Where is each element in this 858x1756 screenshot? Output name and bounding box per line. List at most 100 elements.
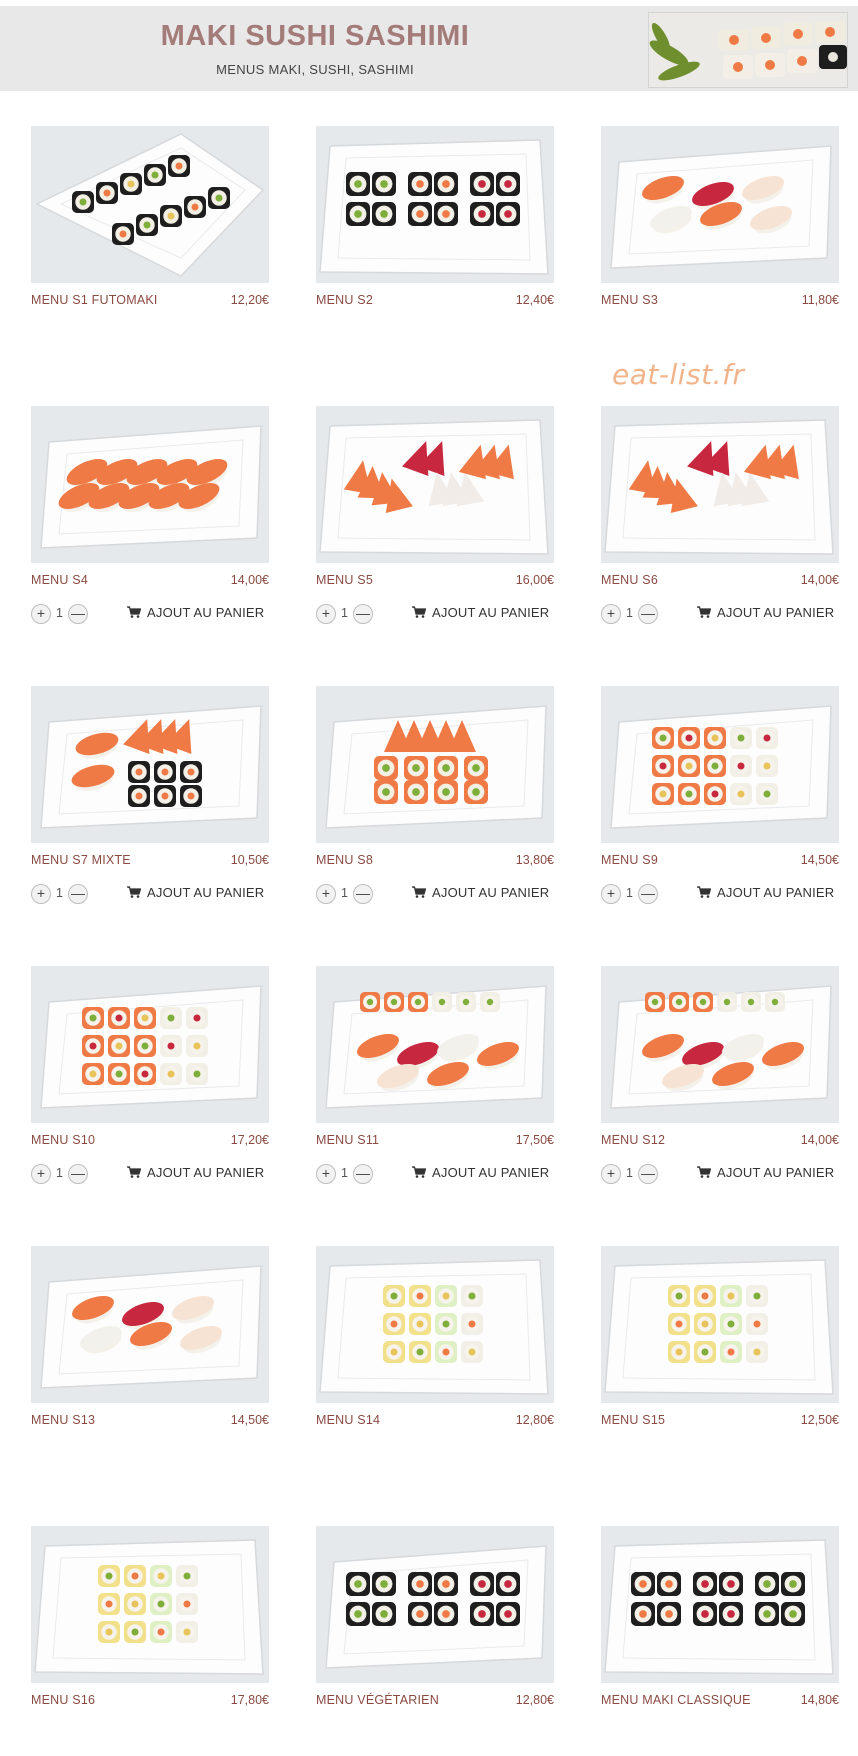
product-photo[interactable] <box>601 1246 839 1403</box>
quantity-minus-button[interactable]: — <box>68 604 88 624</box>
product-card[interactable]: MENU S2 12,40€ <box>316 126 554 356</box>
add-to-cart-controls: +1 — AJOUT AU PANIER <box>316 603 554 625</box>
product-card[interactable]: MENU S7 MIXTE 10,50€ +1 — AJOUT AU PANIER <box>31 686 269 916</box>
quantity-plus-button[interactable]: + <box>601 884 621 904</box>
product-card[interactable]: MENU S10 17,20€ +1 — AJOUT AU PANIER <box>31 966 269 1196</box>
add-to-cart-label: AJOUT AU PANIER <box>432 605 550 620</box>
add-to-cart-button[interactable]: AJOUT AU PANIER <box>127 885 264 900</box>
quantity-minus-button[interactable]: — <box>353 604 373 624</box>
cart-icon <box>697 886 711 898</box>
add-to-cart-button[interactable]: AJOUT AU PANIER <box>697 605 834 620</box>
quantity-plus-button[interactable]: + <box>31 604 51 624</box>
add-to-cart-label: AJOUT AU PANIER <box>432 1165 550 1180</box>
product-photo[interactable] <box>31 1246 269 1403</box>
add-to-cart-button[interactable]: AJOUT AU PANIER <box>127 1165 264 1180</box>
product-name[interactable]: MENU S4 <box>31 573 88 587</box>
quantity-minus-button[interactable]: — <box>68 1164 88 1184</box>
cart-icon <box>697 606 711 618</box>
product-card[interactable]: MENU S16 17,80€ <box>31 1526 269 1756</box>
product-photo[interactable] <box>601 406 839 563</box>
quantity-minus-button[interactable]: — <box>353 884 373 904</box>
quantity-value[interactable]: 1 <box>341 606 348 620</box>
quantity-plus-button[interactable]: + <box>601 1164 621 1184</box>
quantity-plus-button[interactable]: + <box>601 604 621 624</box>
product-photo[interactable] <box>601 1526 839 1683</box>
product-name[interactable]: MENU S9 <box>601 853 658 867</box>
product-price: 16,00€ <box>515 573 554 587</box>
product-card[interactable]: MENU S14 12,80€ <box>316 1246 554 1476</box>
add-to-cart-button[interactable]: AJOUT AU PANIER <box>412 605 549 620</box>
product-photo[interactable] <box>31 126 269 283</box>
product-card[interactable]: MENU S6 14,00€ +1 — AJOUT AU PANIER <box>601 406 839 636</box>
quantity-plus-button[interactable]: + <box>31 884 51 904</box>
product-card[interactable]: MENU S13 14,50€ <box>31 1246 269 1476</box>
product-photo[interactable] <box>31 686 269 843</box>
product-name[interactable]: MENU S6 <box>601 573 658 587</box>
quantity-value[interactable]: 1 <box>341 886 348 900</box>
product-price: 12,80€ <box>515 1693 554 1707</box>
product-price: 17,50€ <box>515 1133 554 1147</box>
quantity-minus-button[interactable]: — <box>638 604 658 624</box>
product-photo[interactable] <box>316 126 554 283</box>
product-card[interactable]: MENU S8 13,80€ +1 — AJOUT AU PANIER <box>316 686 554 916</box>
product-card[interactable]: MENU S3 11,80€ <box>601 126 839 356</box>
quantity-minus-button[interactable]: — <box>638 884 658 904</box>
quantity-minus-button[interactable]: — <box>353 1164 373 1184</box>
product-name[interactable]: MENU S13 <box>31 1413 95 1427</box>
product-photo[interactable] <box>316 1526 554 1683</box>
product-photo[interactable] <box>316 406 554 563</box>
product-name[interactable]: MENU S16 <box>31 1693 95 1707</box>
quantity-value[interactable]: 1 <box>626 606 633 620</box>
quantity-value[interactable]: 1 <box>56 886 63 900</box>
product-name[interactable]: MENU S8 <box>316 853 373 867</box>
product-photo[interactable] <box>601 686 839 843</box>
quantity-value[interactable]: 1 <box>341 1166 348 1180</box>
product-card[interactable]: MENU MAKI CLASSIQUE 14,80€ <box>601 1526 839 1756</box>
product-name[interactable]: MENU S10 <box>31 1133 95 1147</box>
add-to-cart-button[interactable]: AJOUT AU PANIER <box>697 885 834 900</box>
product-photo[interactable] <box>316 686 554 843</box>
product-name[interactable]: MENU S7 MIXTE <box>31 853 131 867</box>
add-to-cart-button[interactable]: AJOUT AU PANIER <box>127 605 264 620</box>
quantity-value[interactable]: 1 <box>56 606 63 620</box>
product-photo[interactable] <box>31 966 269 1123</box>
add-to-cart-button[interactable]: AJOUT AU PANIER <box>412 885 549 900</box>
product-photo[interactable] <box>601 966 839 1123</box>
product-card[interactable]: MENU S1 FUTOMAKI 12,20€ <box>31 126 269 356</box>
quantity-plus-button[interactable]: + <box>316 604 336 624</box>
product-card[interactable]: MENU S9 14,50€ +1 — AJOUT AU PANIER <box>601 686 839 916</box>
product-name[interactable]: MENU S14 <box>316 1413 380 1427</box>
product-card[interactable]: MENU S11 17,50€ +1 — AJOUT AU PANIER <box>316 966 554 1196</box>
product-name[interactable]: MENU MAKI CLASSIQUE <box>601 1693 751 1707</box>
product-name[interactable]: MENU S15 <box>601 1413 665 1427</box>
quantity-value[interactable]: 1 <box>626 1166 633 1180</box>
product-card[interactable]: MENU VÉGÉTARIEN 12,80€ <box>316 1526 554 1756</box>
product-photo[interactable] <box>316 966 554 1123</box>
product-photo[interactable] <box>316 1246 554 1403</box>
menu-grid: MENU S1 FUTOMAKI 12,20€ MENU S2 12,40€ MENU … <box>0 0 858 1707</box>
product-name[interactable]: MENU VÉGÉTARIEN <box>316 1693 439 1707</box>
product-name[interactable]: MENU S12 <box>601 1133 665 1147</box>
product-card[interactable]: MENU S12 14,00€ +1 — AJOUT AU PANIER <box>601 966 839 1196</box>
product-card[interactable]: MENU S4 14,00€ +1 — AJOUT AU PANIER <box>31 406 269 636</box>
product-card[interactable]: MENU S5 16,00€ +1 — AJOUT AU PANIER <box>316 406 554 636</box>
product-name[interactable]: MENU S11 <box>316 1133 379 1147</box>
add-to-cart-button[interactable]: AJOUT AU PANIER <box>697 1165 834 1180</box>
quantity-plus-button[interactable]: + <box>31 1164 51 1184</box>
product-photo[interactable] <box>31 1526 269 1683</box>
quantity-minus-button[interactable]: — <box>638 1164 658 1184</box>
product-name[interactable]: MENU S3 <box>601 293 658 307</box>
product-name[interactable]: MENU S2 <box>316 293 373 307</box>
quantity-value[interactable]: 1 <box>56 1166 63 1180</box>
quantity-value[interactable]: 1 <box>626 886 633 900</box>
quantity-plus-button[interactable]: + <box>316 884 336 904</box>
add-to-cart-button[interactable]: AJOUT AU PANIER <box>412 1165 549 1180</box>
product-photo[interactable] <box>31 406 269 563</box>
product-price: 13,80€ <box>515 853 554 867</box>
product-photo[interactable] <box>601 126 839 283</box>
product-card[interactable]: MENU S15 12,50€ <box>601 1246 839 1476</box>
product-name[interactable]: MENU S1 FUTOMAKI <box>31 293 158 307</box>
product-name[interactable]: MENU S5 <box>316 573 373 587</box>
quantity-minus-button[interactable]: — <box>68 884 88 904</box>
quantity-plus-button[interactable]: + <box>316 1164 336 1184</box>
